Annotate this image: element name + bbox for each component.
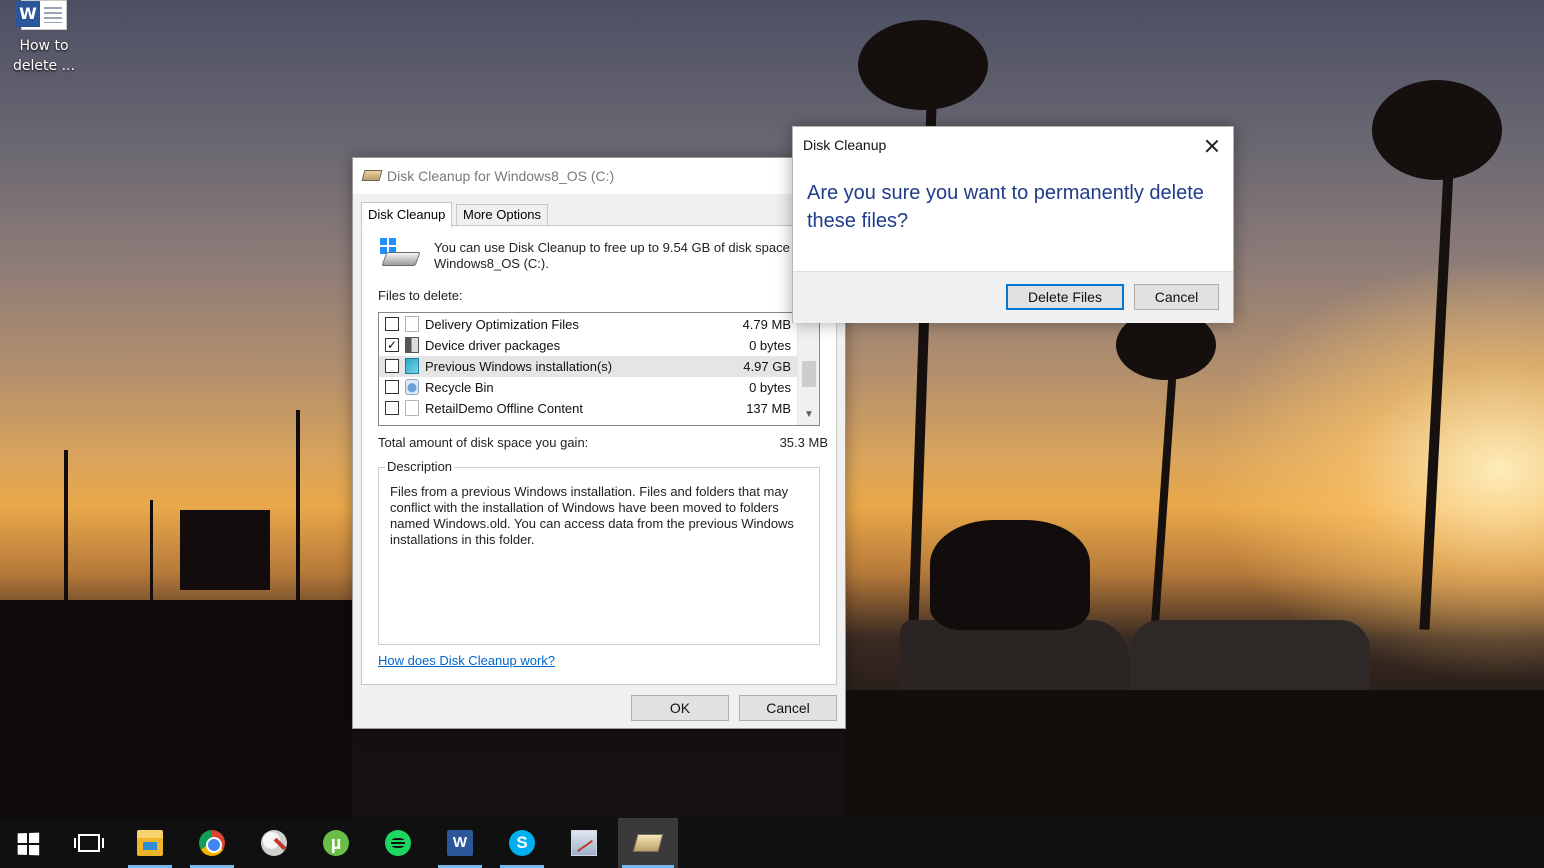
desktop-shortcut-label: How to delete ... — [13, 38, 75, 74]
hard-drive-icon — [380, 238, 421, 268]
task-view-button[interactable] — [60, 818, 112, 868]
list-item[interactable]: Delivery Optimization Files 4.79 MB — [379, 314, 797, 335]
checkbox-checked[interactable]: ✓ — [385, 338, 399, 352]
driver-icon — [405, 337, 419, 353]
word-document-icon: W — [16, 0, 67, 30]
tab-disk-cleanup[interactable]: Disk Cleanup — [361, 202, 453, 228]
disk-cleanup-window: Disk Cleanup for Windows8_OS (C:) Disk C… — [352, 157, 846, 729]
dialog-title: Disk Cleanup — [803, 137, 887, 153]
taskbar-chrome[interactable] — [186, 818, 238, 868]
file-size: 0 bytes — [749, 338, 791, 353]
scroll-thumb[interactable] — [802, 361, 816, 387]
window-title: Disk Cleanup for Windows8_OS (C:) — [387, 168, 615, 184]
list-item[interactable]: ✓ Device driver packages 0 bytes — [379, 335, 797, 356]
crowd-silhouette — [846, 690, 1544, 818]
file-icon — [405, 400, 419, 416]
folder-icon — [137, 830, 163, 856]
task-view-icon — [74, 834, 104, 852]
word-icon — [447, 830, 473, 856]
files-to-delete-label: Files to delete: — [378, 288, 463, 303]
recycle-bin-icon — [405, 379, 419, 395]
dialog-cancel-button[interactable]: Cancel — [1134, 284, 1219, 310]
palm-fronds — [1372, 80, 1502, 180]
palm-tree — [1149, 350, 1179, 640]
utorrent-icon — [323, 830, 349, 856]
description-legend: Description — [385, 459, 455, 474]
description-group: Description Files from a previous Window… — [378, 459, 820, 645]
disk-cleanup-icon — [632, 834, 664, 852]
taskbar-resource-monitor[interactable] — [558, 818, 610, 868]
start-button[interactable] — [0, 818, 52, 868]
luggage-pile — [930, 520, 1090, 630]
taskbar-utorrent[interactable] — [310, 818, 362, 868]
taskbar-word[interactable] — [434, 818, 486, 868]
file-name: Previous Windows installation(s) — [425, 359, 613, 374]
files-list[interactable]: Delivery Optimization Files 4.79 MB ✓ De… — [378, 312, 820, 426]
taskbar-disk-cleanup[interactable] — [618, 818, 678, 868]
file-size: 137 MB — [746, 401, 791, 416]
checkbox[interactable] — [385, 317, 399, 331]
lamp-post — [296, 410, 300, 610]
tab-more-options[interactable]: More Options — [456, 204, 549, 226]
file-size: 4.97 GB — [743, 359, 791, 374]
list-scrollbar[interactable]: ▲ ▼ — [797, 313, 819, 425]
disk-cleanup-panel: You can use Disk Cleanup to free up to 9… — [361, 225, 837, 685]
list-item-selected[interactable]: Previous Windows installation(s) 4.97 GB — [379, 356, 797, 377]
checkbox[interactable] — [385, 359, 399, 373]
file-name: Delivery Optimization Files — [425, 317, 579, 332]
file-name: RetailDemo Offline Content — [425, 401, 584, 416]
spotify-icon — [385, 830, 411, 856]
lamp-post — [64, 450, 68, 620]
scroll-down-icon[interactable]: ▼ — [798, 407, 819, 423]
intro-text: You can use Disk Cleanup to free up to 9… — [434, 240, 808, 271]
list-item[interactable]: Recycle Bin 0 bytes — [379, 377, 797, 398]
delete-files-button[interactable]: Delete Files — [1006, 284, 1124, 310]
checkbox[interactable] — [385, 401, 399, 415]
taskbar-file-explorer[interactable] — [124, 818, 176, 868]
checkbox[interactable] — [385, 380, 399, 394]
window-titlebar[interactable]: Disk Cleanup for Windows8_OS (C:) — [353, 158, 845, 194]
disk-cleanup-icon — [361, 170, 383, 181]
chrome-icon — [199, 830, 225, 856]
total-space-value: 35.3 MB — [779, 435, 828, 450]
list-item[interactable]: RetailDemo Offline Content 137 MB — [379, 398, 797, 419]
skype-icon — [509, 830, 535, 856]
file-size: 0 bytes — [749, 380, 791, 395]
file-icon — [405, 316, 419, 332]
file-size: 4.79 MB — [742, 317, 791, 332]
close-icon[interactable] — [1199, 133, 1225, 159]
desktop-shortcut[interactable]: W How to delete ... — [8, 0, 80, 76]
help-link[interactable]: How does Disk Cleanup work? — [378, 653, 555, 668]
taskbar — [0, 818, 1544, 868]
total-space-label: Total amount of disk space you gain: — [378, 435, 589, 450]
confirm-delete-dialog: Disk Cleanup Are you sure you want to pe… — [792, 126, 1234, 323]
cancel-button[interactable]: Cancel — [739, 695, 837, 721]
resource-monitor-icon — [571, 830, 597, 856]
palm-tree — [1419, 150, 1455, 630]
file-name: Recycle Bin — [425, 380, 494, 395]
paint-icon — [261, 830, 287, 856]
lifeguard-tower — [180, 510, 270, 590]
crowd-silhouette — [0, 600, 352, 818]
file-name: Device driver packages — [425, 338, 561, 353]
taskbar-paint[interactable] — [248, 818, 300, 868]
taskbar-skype[interactable] — [496, 818, 548, 868]
taskbar-spotify[interactable] — [372, 818, 424, 868]
ground — [352, 729, 846, 818]
dialog-footer: Delete Files Cancel — [793, 271, 1233, 323]
windows-logo-icon — [17, 832, 40, 856]
ok-button[interactable]: OK — [631, 695, 729, 721]
palm-fronds — [858, 20, 988, 110]
confirm-question: Are you sure you want to permanently del… — [807, 182, 1204, 232]
lamp-post — [150, 500, 153, 610]
description-text: Files from a previous Windows installati… — [390, 484, 794, 547]
windows-install-icon — [405, 358, 419, 374]
